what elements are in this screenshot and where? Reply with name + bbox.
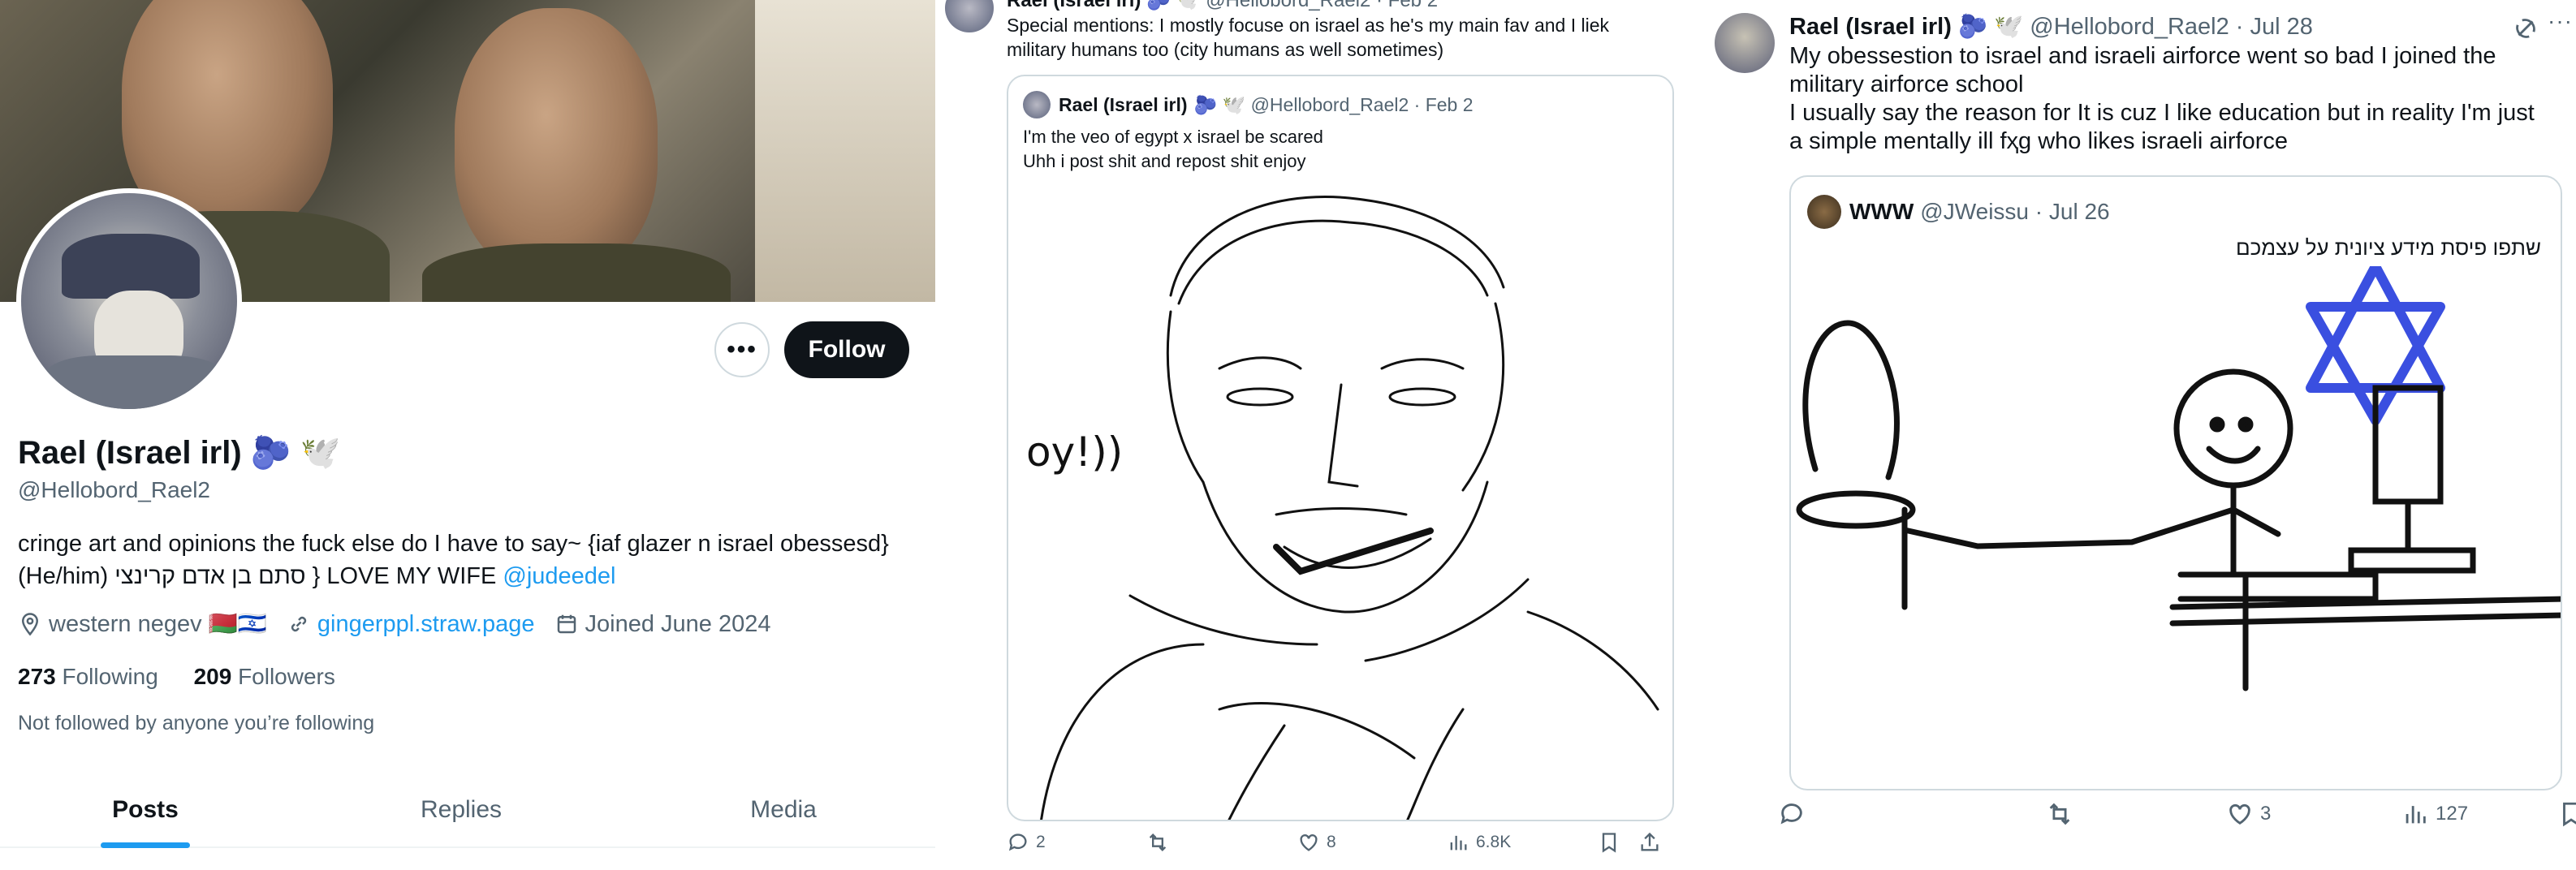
tab-replies[interactable]: Replies <box>291 775 632 846</box>
location-icon <box>21 613 39 636</box>
calendar-icon <box>557 614 576 634</box>
share-icon <box>1641 832 1659 851</box>
following-link[interactable]: 273 Following <box>18 664 158 689</box>
banner-face-right <box>455 8 658 276</box>
website-link[interactable]: gingerppl.straw.page <box>317 611 535 638</box>
repost-icon <box>1149 833 1167 851</box>
reply-icon <box>1008 833 1027 851</box>
quoted-avatar <box>1023 91 1051 118</box>
quoted-post[interactable]: Rael (Israel irl) 🫐 🕊️ @Hellobord_Rael2 … <box>1007 75 1674 821</box>
quoted-text: I'm the veo of egypt x israel be scared … <box>1023 125 1323 174</box>
following-count: 273 <box>18 664 56 689</box>
post-author-meta: 🫐 🕊️ @Hellobord_Rael2 · Feb 2 <box>1146 0 1439 11</box>
more-options-button[interactable]: ••• <box>714 322 770 377</box>
like-count: 8 <box>1327 833 1336 851</box>
views-count: 6.8K <box>1476 833 1512 851</box>
reply-action[interactable] <box>1778 800 1812 828</box>
bookmark-action[interactable] <box>2557 800 2576 828</box>
profile-name: Rael (Israel irl) 🫐 🕊️ <box>18 433 341 472</box>
followers-label: Followers <box>238 664 335 689</box>
like-action[interactable]: 8 <box>1297 831 1336 854</box>
bookmark-icon <box>2563 802 2576 827</box>
profile-avatar[interactable] <box>16 188 242 414</box>
views-action[interactable]: 127 <box>2401 800 2468 828</box>
profile-tabs: Posts Replies Media <box>0 775 935 848</box>
profile-bio: cringe art and opinions the fuck else do… <box>18 528 911 592</box>
follow-button[interactable]: Follow <box>784 321 909 378</box>
sketch-caption: oy!)) <box>1026 429 1123 476</box>
views-icon <box>1450 835 1467 851</box>
bio-text: cringe art and opinions the fuck else do… <box>18 531 889 589</box>
post-author-avatar[interactable] <box>1715 13 1775 73</box>
post-header: Rael (Israel irl) 🫐 🕊️ @Hellobord_Rael2 … <box>1007 0 1438 12</box>
repost-action[interactable] <box>1146 831 1176 854</box>
heart-icon <box>1300 834 1318 851</box>
banner-background-wall <box>755 0 935 302</box>
website-item[interactable]: gingerppl.straw.page <box>287 611 535 638</box>
joined-item: Joined June 2024 <box>554 611 771 638</box>
views-icon <box>2406 806 2426 824</box>
repost-icon <box>2049 803 2070 825</box>
profile-panel: ••• Follow Rael (Israel irl) 🫐 🕊️ @Hello… <box>0 0 935 870</box>
post-panel-sketch: Rael (Israel irl) 🫐 🕊️ @Hellobord_Rael2 … <box>935 0 1698 870</box>
link-icon <box>291 616 306 632</box>
bio-mention-link[interactable]: @judeedel <box>503 563 615 589</box>
sketch-image[interactable]: oy!)) <box>1008 190 1674 821</box>
location-item: western negev 🇧🇾🇮🇱 <box>18 610 267 638</box>
quoted-text-line1: I'm the veo of egypt x israel be scared <box>1023 127 1323 147</box>
tab-media[interactable]: Media <box>632 775 935 846</box>
heart-icon <box>2229 803 2250 825</box>
reply-action[interactable]: 2 <box>1007 831 1046 854</box>
banner-uniform-right <box>422 243 731 302</box>
tab-posts[interactable]: Posts <box>0 775 291 848</box>
bookmark-action[interactable] <box>1598 831 1627 854</box>
followers-count: 209 <box>193 664 232 689</box>
profile-name-text: Rael (Israel irl) <box>18 435 242 471</box>
views-action[interactable]: 6.8K <box>1447 831 1511 854</box>
like-count: 3 <box>2260 803 2272 825</box>
quoted-text-line2: Uhh i post shit and repost shit enjoy <box>1023 151 1306 171</box>
post-text: Special mentions: I mostly focuse on isr… <box>1007 15 1609 60</box>
bookmark-icon <box>1602 833 1616 853</box>
location-text: western negev 🇧🇾🇮🇱 <box>49 611 267 637</box>
profile-name-emoji: 🫐 🕊️ <box>250 435 341 471</box>
follow-counts: 273 Following 209 Followers <box>18 664 335 690</box>
post-panel-quote: Rael (Israel irl) 🫐 🕊️ @Hellobord_Rael2 … <box>1698 0 2576 870</box>
avatar-hat <box>62 234 200 299</box>
like-action[interactable]: 3 <box>2226 800 2271 828</box>
avatar-body <box>45 355 224 409</box>
share-action[interactable] <box>1638 831 1668 854</box>
not-followed-note: Not followed by anyone you’re following <box>18 712 375 734</box>
post-actions: 3 127 <box>1778 0 2576 870</box>
quoted-author-meta: 🫐 🕊️ @Hellobord_Rael2 · Feb 2 <box>1193 93 1474 115</box>
joined-text: Joined June 2024 <box>585 610 771 637</box>
views-count: 127 <box>2436 803 2469 825</box>
followers-link[interactable]: 209 Followers <box>194 664 335 689</box>
quoted-header: Rael (Israel irl) 🫐 🕊️ @Hellobord_Rael2 … <box>1023 91 1474 118</box>
reply-count: 2 <box>1036 833 1046 851</box>
quoted-author-name: Rael (Israel irl) <box>1059 93 1188 115</box>
post-author-avatar[interactable] <box>945 0 994 32</box>
profile-handle: @Hellobord_Rael2 <box>18 477 211 502</box>
repost-action[interactable] <box>2046 800 2080 828</box>
reply-icon <box>1780 803 1802 825</box>
profile-meta: western negev 🇧🇾🇮🇱 gingerppl.straw.page … <box>18 610 791 638</box>
post-author-name[interactable]: Rael (Israel irl) <box>1007 0 1141 11</box>
following-label: Following <box>62 664 158 689</box>
